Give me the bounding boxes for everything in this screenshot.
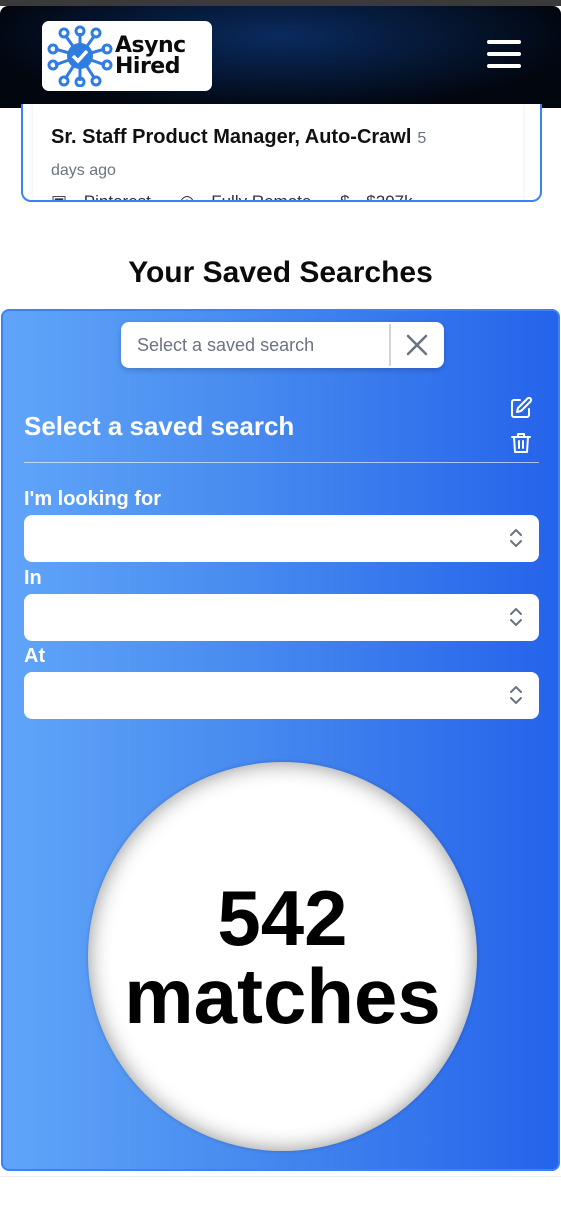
location-pin-icon: ◎ [179, 192, 195, 202]
page-footer-area [0, 1176, 561, 1225]
job-card[interactable]: Sr. Staff Product Manager, Auto-Crawl 5 d… [21, 104, 542, 202]
brand-wordmark: Async Hired [115, 33, 186, 79]
company: ▣ Pinterest [51, 192, 168, 202]
brand-name-line2: Hired [115, 54, 180, 79]
updown-chevron-icon [510, 529, 522, 547]
at-label: At [24, 645, 46, 667]
top-navbar: Async Hired [0, 6, 561, 108]
location: ◎ Fully Remote [179, 192, 328, 202]
in-select[interactable] [24, 594, 539, 641]
edit-icon[interactable] [509, 396, 533, 420]
dollar-circle-icon: $ [340, 192, 350, 202]
saved-searches-heading: Your Saved Searches [128, 256, 433, 289]
matches-circle: 542 matches [88, 762, 477, 1151]
saved-search-name: Select a saved search [24, 411, 295, 441]
job-title-text: Sr. Staff Product Manager, Auto-Crawl [51, 126, 412, 148]
job-card-body: Sr. Staff Product Manager, Auto-Crawl 5 d… [33, 104, 523, 200]
saved-search-input[interactable] [121, 322, 390, 368]
job-title[interactable]: Sr. Staff Product Manager, Auto-Crawl 5 d… [51, 122, 451, 186]
in-label: In [24, 567, 42, 589]
briefcase-icon: ▣ [51, 192, 68, 202]
brand-name-line1: Async [115, 33, 186, 58]
job-meta-row: ▣ Pinterest ◎ Fully Remote $ $297k [51, 192, 437, 202]
updown-chevron-icon [510, 686, 522, 704]
saved-search-panel: Select a saved search I'm looking for In… [1, 309, 560, 1171]
salary: $ $297k [340, 192, 425, 202]
close-icon [406, 334, 428, 356]
looking-for-label: I'm looking for [24, 488, 161, 510]
hamburger-menu-icon[interactable] [487, 40, 521, 68]
trash-icon[interactable] [511, 432, 531, 454]
salary-text: $297k [366, 192, 413, 202]
panel-divider [24, 462, 539, 463]
looking-for-select[interactable] [24, 515, 539, 562]
location-text: Fully Remote [211, 192, 312, 202]
network-check-logo-icon [47, 25, 113, 87]
matches-count: 542 [217, 873, 348, 962]
matches-label: matches [124, 951, 441, 1040]
updown-chevron-icon [510, 608, 522, 626]
at-select[interactable] [24, 672, 539, 719]
brand-logo[interactable]: Async Hired [42, 21, 212, 91]
clear-selection-button[interactable] [393, 322, 441, 368]
company-name: Pinterest [83, 192, 151, 202]
select-divider [389, 324, 391, 366]
saved-search-select[interactable] [121, 322, 444, 368]
